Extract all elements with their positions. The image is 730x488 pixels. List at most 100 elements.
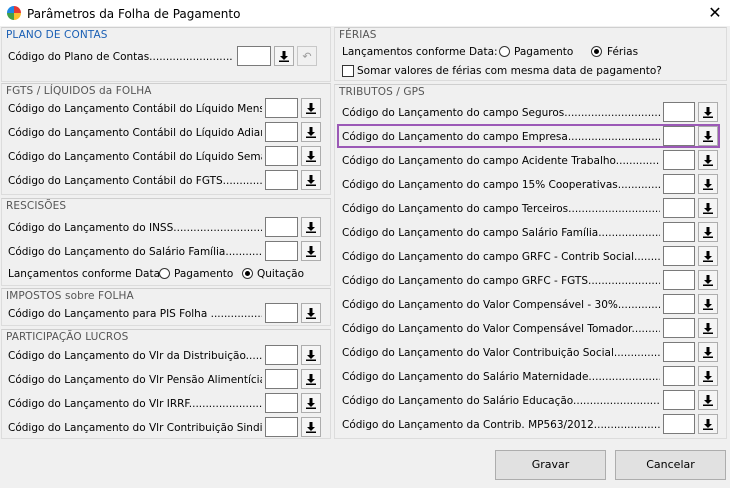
tributos-row-label: Código do Lançamento da Contrib. MP563/2… bbox=[342, 419, 660, 431]
tributos-code-input[interactable] bbox=[663, 102, 695, 122]
tributos-row-label: Código do Lançamento do campo Terceiros.… bbox=[342, 203, 660, 215]
participacao-lookup-button[interactable] bbox=[301, 393, 321, 413]
download-arrow-icon bbox=[703, 298, 713, 310]
ferias-somar-checkbox[interactable] bbox=[342, 65, 354, 77]
download-arrow-icon bbox=[703, 226, 713, 238]
tributos-code-input[interactable] bbox=[663, 222, 695, 242]
plano-de-contas-input[interactable] bbox=[237, 46, 271, 66]
rescisoes-radio-pagamento[interactable] bbox=[159, 268, 170, 279]
participacao-row-label: Código do Lançamento do Vlr Contribuição… bbox=[8, 422, 262, 434]
fgts-code-input[interactable] bbox=[265, 170, 298, 190]
download-arrow-icon bbox=[703, 154, 713, 166]
tributos-code-input[interactable] bbox=[663, 366, 695, 386]
rescisoes-row-label: Código do Lançamento do Salário Família.… bbox=[8, 246, 262, 258]
download-arrow-icon bbox=[703, 250, 713, 262]
download-arrow-icon bbox=[703, 106, 713, 118]
download-arrow-icon bbox=[703, 370, 713, 382]
download-arrow-icon bbox=[279, 50, 289, 62]
fgts-code-input[interactable] bbox=[265, 122, 298, 142]
rescisoes-code-input[interactable] bbox=[265, 241, 298, 261]
tributos-code-input[interactable] bbox=[663, 150, 695, 170]
fgts-row-label: Código do Lançamento Contábil do FGTS...… bbox=[8, 175, 262, 187]
group-title-plano: PLANO DE CONTAS bbox=[6, 29, 108, 41]
download-arrow-icon bbox=[703, 418, 713, 430]
fgts-lookup-button[interactable] bbox=[301, 146, 321, 166]
undo-icon[interactable]: ↶ bbox=[297, 46, 317, 66]
save-button[interactable]: Gravar bbox=[495, 450, 606, 480]
fgts-code-input[interactable] bbox=[265, 146, 298, 166]
participacao-lookup-button[interactable] bbox=[301, 417, 321, 437]
rescisoes-radio-quitacao[interactable] bbox=[242, 268, 253, 279]
tributos-code-input[interactable] bbox=[663, 414, 695, 434]
rescisoes-option-quitacao: Quitação bbox=[257, 268, 305, 280]
impostos-row-label: Código do Lançamento para PIS Folha ....… bbox=[8, 308, 262, 320]
download-arrow-icon bbox=[703, 322, 713, 334]
download-arrow-icon bbox=[306, 349, 316, 361]
tributos-row-label: Código do Lançamento do campo Acidente T… bbox=[342, 155, 660, 167]
download-arrow-icon bbox=[306, 421, 316, 433]
participacao-lookup-button[interactable] bbox=[301, 369, 321, 389]
tributos-lookup-button[interactable] bbox=[698, 222, 718, 242]
rescisoes-code-input[interactable] bbox=[265, 217, 298, 237]
group-title-tributos: TRIBUTOS / GPS bbox=[339, 86, 425, 98]
tributos-lookup-button[interactable] bbox=[698, 198, 718, 218]
participacao-row-label: Código do Lançamento do Vlr IRRF........… bbox=[8, 398, 262, 410]
download-arrow-icon bbox=[703, 346, 713, 358]
fgts-code-input[interactable] bbox=[265, 98, 298, 118]
title-bar: Parâmetros da Folha de Pagamento ✕ bbox=[0, 0, 730, 27]
selected-row-highlight bbox=[337, 124, 720, 148]
plano-lookup-button[interactable] bbox=[274, 46, 294, 66]
tributos-lookup-button[interactable] bbox=[698, 246, 718, 266]
tributos-code-input[interactable] bbox=[663, 294, 695, 314]
tributos-lookup-button[interactable] bbox=[698, 390, 718, 410]
tributos-lookup-button[interactable] bbox=[698, 270, 718, 290]
participacao-lookup-button[interactable] bbox=[301, 345, 321, 365]
impostos-code-input[interactable] bbox=[265, 303, 298, 323]
close-button[interactable]: ✕ bbox=[700, 0, 730, 27]
fgts-lookup-button[interactable] bbox=[301, 170, 321, 190]
download-arrow-icon bbox=[306, 397, 316, 409]
tributos-lookup-button[interactable] bbox=[698, 174, 718, 194]
rescisoes-lookup-button[interactable] bbox=[301, 217, 321, 237]
window-title: Parâmetros da Folha de Pagamento bbox=[27, 7, 241, 21]
cancel-button[interactable]: Cancelar bbox=[615, 450, 726, 480]
tributos-code-input[interactable] bbox=[663, 246, 695, 266]
ferias-radio-ferias[interactable] bbox=[591, 46, 602, 57]
download-arrow-icon bbox=[306, 102, 316, 114]
participacao-row-label: Código do Lançamento do Vlr da Distribui… bbox=[8, 350, 262, 362]
download-arrow-icon bbox=[306, 126, 316, 138]
tributos-code-input[interactable] bbox=[663, 342, 695, 362]
tributos-code-input[interactable] bbox=[663, 174, 695, 194]
tributos-lookup-button[interactable] bbox=[698, 414, 718, 434]
tributos-lookup-button[interactable] bbox=[698, 102, 718, 122]
participacao-code-input[interactable] bbox=[265, 417, 298, 437]
tributos-lookup-button[interactable] bbox=[698, 366, 718, 386]
rescisoes-lookup-button[interactable] bbox=[301, 241, 321, 261]
tributos-lookup-button[interactable] bbox=[698, 318, 718, 338]
participacao-code-input[interactable] bbox=[265, 345, 298, 365]
tributos-code-input[interactable] bbox=[663, 198, 695, 218]
ferias-radio-pagamento[interactable] bbox=[499, 46, 510, 57]
ferias-option-pagamento: Pagamento bbox=[514, 46, 574, 58]
group-title-ferias: FÉRIAS bbox=[339, 29, 377, 41]
tributos-row-label: Código do Lançamento do campo 15% Cooper… bbox=[342, 179, 660, 191]
fgts-row-label: Código do Lançamento Contábil do Líquido… bbox=[8, 103, 262, 115]
participacao-code-input[interactable] bbox=[265, 393, 298, 413]
download-arrow-icon bbox=[306, 221, 316, 233]
impostos-lookup-button[interactable] bbox=[301, 303, 321, 323]
tributos-row-label: Código do Lançamento do Valor Compensáve… bbox=[342, 323, 660, 335]
tributos-lookup-button[interactable] bbox=[698, 150, 718, 170]
tributos-code-input[interactable] bbox=[663, 390, 695, 410]
save-button-label: Gravar bbox=[531, 458, 570, 471]
tributos-lookup-button[interactable] bbox=[698, 342, 718, 362]
fgts-lookup-button[interactable] bbox=[301, 122, 321, 142]
tributos-lookup-button[interactable] bbox=[698, 294, 718, 314]
download-arrow-icon bbox=[703, 274, 713, 286]
tributos-code-input[interactable] bbox=[663, 270, 695, 290]
participacao-code-input[interactable] bbox=[265, 369, 298, 389]
download-arrow-icon bbox=[306, 150, 316, 162]
download-arrow-icon bbox=[306, 307, 316, 319]
tributos-code-input[interactable] bbox=[663, 318, 695, 338]
download-arrow-icon bbox=[703, 178, 713, 190]
fgts-lookup-button[interactable] bbox=[301, 98, 321, 118]
